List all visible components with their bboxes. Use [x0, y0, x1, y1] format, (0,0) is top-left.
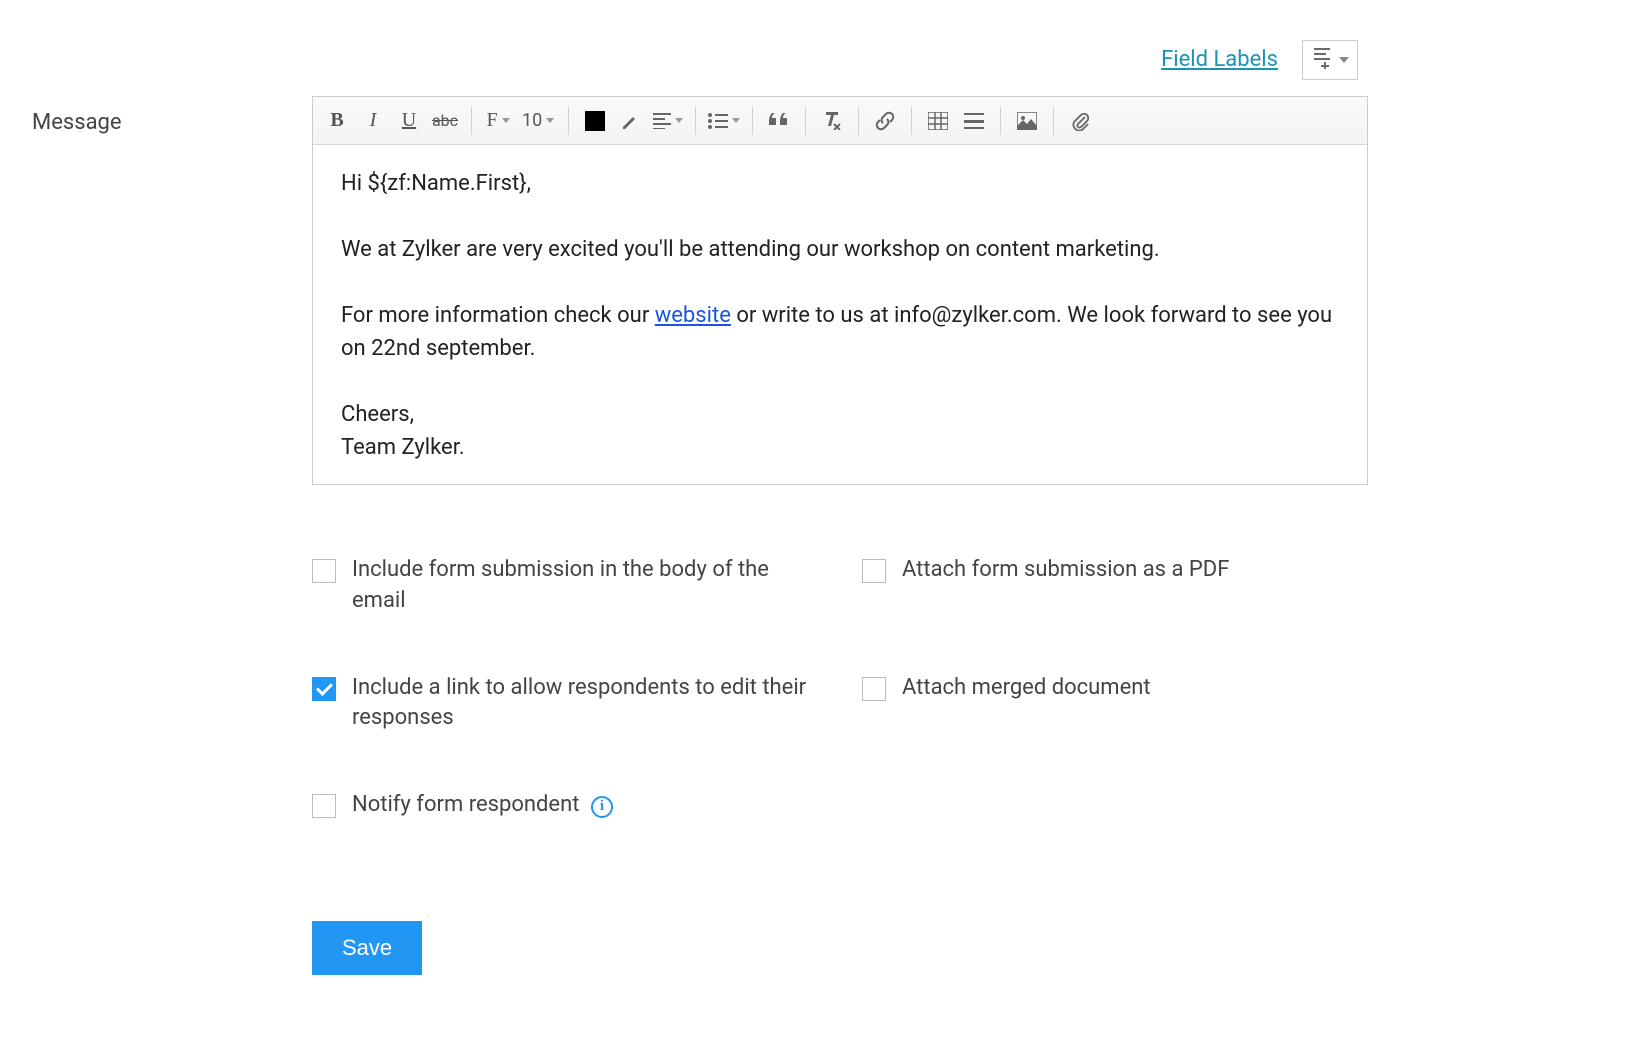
font-size-value: 10	[522, 110, 542, 131]
table-button[interactable]	[920, 103, 956, 139]
edit-link-checkbox[interactable]	[312, 677, 336, 701]
attachment-button[interactable]	[1062, 103, 1098, 139]
list-dropdown[interactable]	[704, 103, 744, 139]
message-signoff-1: Cheers,	[341, 398, 1339, 431]
highlight-color-button[interactable]	[613, 103, 649, 139]
include-body-label: Include form submission in the body of t…	[352, 555, 812, 617]
attach-merged-label: Attach merged document	[902, 673, 1151, 704]
table-icon	[928, 112, 948, 130]
notify-label-text: Notify form respondent	[352, 792, 579, 817]
message-editor-content[interactable]: Hi ${zf:Name.First}, We at Zylker are ve…	[313, 145, 1367, 484]
chevron-down-icon	[1339, 57, 1349, 63]
rich-text-editor: B I U abc F 10	[312, 96, 1368, 485]
message-paragraph-2: For more information check our website o…	[341, 299, 1339, 365]
message-signoff-2: Team Zylker.	[341, 431, 1339, 464]
notify-checkbox[interactable]	[312, 794, 336, 818]
message-field-label: Message	[32, 96, 312, 135]
attach-pdf-checkbox[interactable]	[862, 559, 886, 583]
attach-merged-checkbox[interactable]	[862, 677, 886, 701]
clear-format-icon	[822, 112, 842, 130]
quote-icon	[769, 113, 789, 129]
strikethrough-button[interactable]: abc	[427, 103, 463, 139]
insert-field-icon	[1312, 47, 1332, 73]
info-icon[interactable]: i	[591, 796, 613, 818]
image-button[interactable]	[1009, 103, 1045, 139]
editor-toolbar: B I U abc F 10	[313, 97, 1367, 145]
attach-pdf-label: Attach form submission as a PDF	[902, 555, 1229, 586]
text-color-swatch-icon	[585, 111, 605, 131]
include-body-checkbox[interactable]	[312, 559, 336, 583]
website-link[interactable]: website	[655, 303, 731, 328]
bold-button[interactable]: B	[319, 103, 355, 139]
italic-button[interactable]: I	[355, 103, 391, 139]
message-p2-before: For more information check our	[341, 303, 655, 328]
blockquote-button[interactable]	[761, 103, 797, 139]
save-button[interactable]: Save	[312, 921, 422, 975]
image-icon	[1017, 112, 1037, 130]
horizontal-rule-button[interactable]	[956, 103, 992, 139]
align-dropdown[interactable]	[649, 103, 687, 139]
message-greeting: Hi ${zf:Name.First},	[341, 167, 1339, 200]
font-size-dropdown[interactable]: 10	[516, 103, 560, 139]
highlight-icon	[621, 111, 641, 131]
field-labels-link[interactable]: Field Labels	[1161, 47, 1278, 73]
clear-formatting-button[interactable]	[814, 103, 850, 139]
hr-icon	[964, 113, 984, 129]
text-color-button[interactable]	[577, 103, 613, 139]
notify-label: Notify form respondent i	[352, 790, 613, 821]
paperclip-icon	[1071, 111, 1089, 131]
insert-field-dropdown[interactable]	[1302, 40, 1358, 80]
font-family-dropdown[interactable]: F	[480, 103, 516, 139]
edit-link-label: Include a link to allow respondents to e…	[352, 673, 812, 735]
underline-button[interactable]: U	[391, 103, 427, 139]
align-icon	[653, 113, 671, 129]
list-icon	[708, 113, 728, 129]
link-icon	[875, 111, 895, 131]
link-button[interactable]	[867, 103, 903, 139]
message-paragraph-1: We at Zylker are very excited you'll be …	[341, 233, 1339, 266]
